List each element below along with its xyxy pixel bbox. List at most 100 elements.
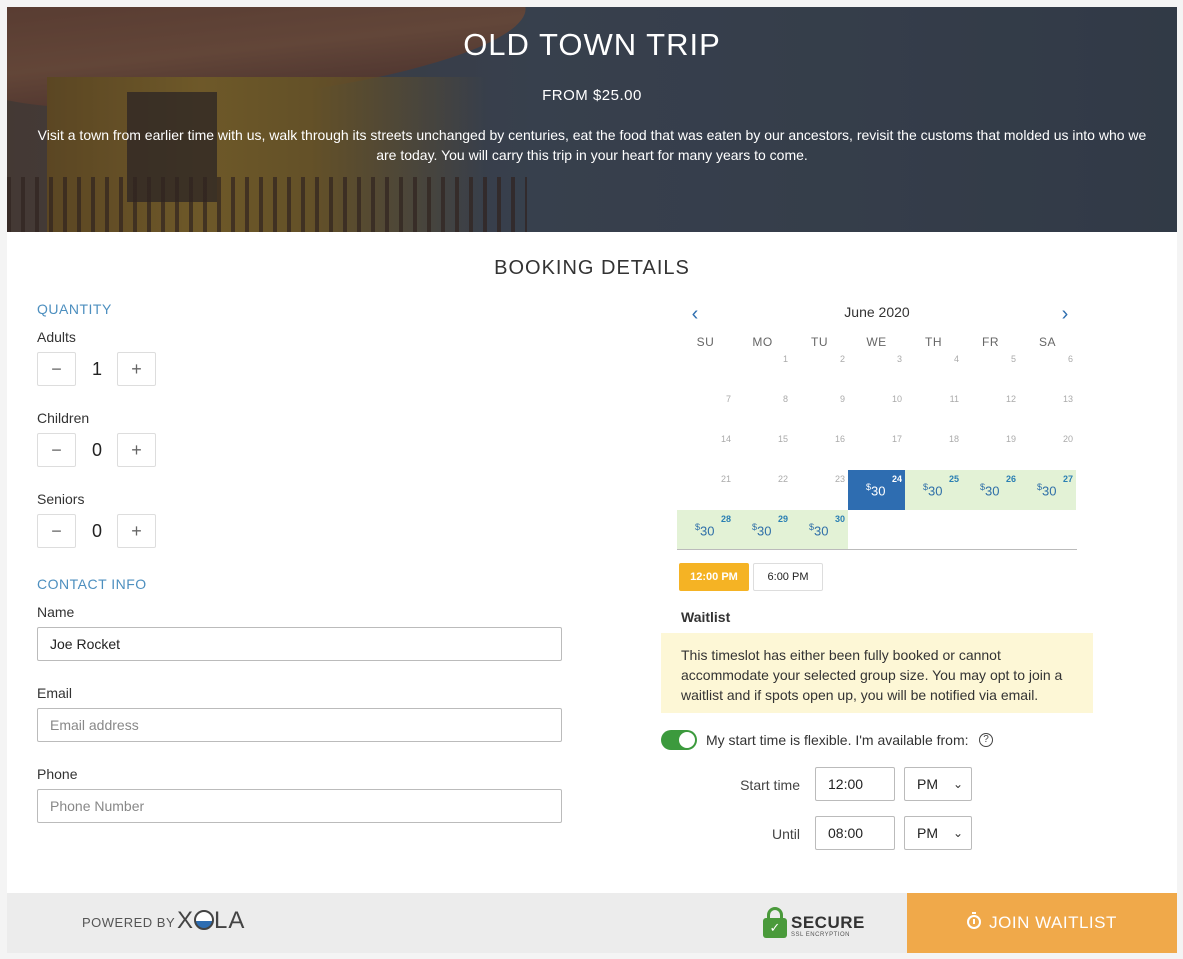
calendar-day-22: 22: [734, 470, 791, 510]
timeslot-6pm[interactable]: 6:00 PM: [753, 563, 823, 591]
price-value: 30: [1042, 483, 1057, 499]
contact-info-heading: CONTACT INFO: [37, 576, 147, 592]
calendar-day-13: 13: [1019, 390, 1076, 430]
calendar-day-4: 4: [905, 350, 962, 390]
stopwatch-icon: [967, 912, 982, 929]
flexible-time-label: My start time is flexible. I'm available…: [706, 732, 969, 748]
xola-logo[interactable]: X LA: [177, 907, 245, 935]
start-time-input[interactable]: [815, 767, 895, 801]
calendar-day-26[interactable]: 26 $30: [962, 470, 1019, 510]
adults-minus-button[interactable]: −: [37, 352, 76, 386]
day-number: 18: [948, 434, 959, 444]
day-number: 24: [891, 474, 902, 484]
phone-field[interactable]: [37, 789, 562, 823]
flexible-time-toggle[interactable]: [661, 730, 697, 750]
ssl-encryption-label: SSL ENCRYPTION: [791, 932, 851, 938]
name-field[interactable]: [37, 627, 562, 661]
calendar-day-28[interactable]: 28 $30: [677, 510, 734, 550]
waitlist-notice: This timeslot has either been fully book…: [661, 633, 1093, 713]
calendar-day-18: 18: [905, 430, 962, 470]
weekday-th: TH: [925, 335, 942, 349]
children-stepper: − 0 +: [37, 433, 162, 467]
children-minus-button[interactable]: −: [37, 433, 76, 467]
adults-stepper: − 1 +: [37, 352, 162, 386]
day-number: 13: [1062, 394, 1073, 404]
calendar-day-17: 17: [848, 430, 905, 470]
powered-by-label: POWERED BY: [82, 915, 176, 930]
day-number: 20: [1062, 434, 1073, 444]
join-waitlist-button[interactable]: JOIN WAITLIST: [907, 893, 1177, 953]
calendar-divider: [677, 549, 1077, 550]
start-ampm-value: PM: [917, 776, 938, 792]
calendar-day-2: 2: [791, 350, 848, 390]
until-ampm-value: PM: [917, 825, 938, 841]
weekday-we: WE: [866, 335, 887, 349]
day-number: 2: [839, 354, 845, 364]
day-number: 4: [953, 354, 959, 364]
day-price: $30: [923, 482, 942, 498]
calendar-day-24[interactable]: 24 $30: [848, 470, 905, 510]
day-price: $30: [980, 482, 999, 498]
calendar-day-15: 15: [734, 430, 791, 470]
day-number: 11: [949, 394, 959, 404]
calendar-day-30[interactable]: 30 $30: [791, 510, 848, 550]
price-value: 30: [757, 523, 772, 539]
trip-price: FROM $25.00: [542, 87, 642, 104]
day-number: 25: [948, 474, 959, 484]
calendar-day-12: 12: [962, 390, 1019, 430]
day-number: 22: [777, 474, 788, 484]
until-label: Until: [771, 826, 800, 842]
calendar-day-19: 19: [962, 430, 1019, 470]
day-number: 7: [725, 394, 731, 404]
calendar-day-8: 8: [734, 390, 791, 430]
children-label: Children: [37, 410, 90, 426]
day-number: 14: [720, 434, 731, 444]
price-value: 30: [700, 523, 715, 539]
calendar-day-6: 6: [1019, 350, 1076, 390]
price-value: 30: [985, 483, 1000, 499]
start-ampm-select[interactable]: PM ⌄: [904, 767, 972, 801]
trip-description: Visit a town from earlier time with us, …: [37, 127, 1147, 163]
lock-icon: ✓: [763, 907, 787, 939]
day-number: 17: [891, 434, 902, 444]
seniors-minus-button[interactable]: −: [37, 514, 76, 548]
booking-details-heading: BOOKING DETAILS: [494, 257, 690, 279]
day-number: 30: [834, 514, 845, 524]
lock-check-mark: ✓: [763, 918, 787, 938]
day-number: 3: [896, 354, 902, 364]
help-icon[interactable]: ?: [979, 733, 993, 747]
booking-widget: OLD TOWN TRIP FROM $25.00 Visit a town f…: [7, 7, 1177, 953]
seniors-plus-button[interactable]: +: [117, 514, 156, 548]
calendar-day-1: 1: [734, 350, 791, 390]
email-field[interactable]: [37, 708, 562, 742]
calendar-month: June 2020: [844, 304, 910, 320]
children-count: 0: [91, 440, 102, 460]
calendar-day-5: 5: [962, 350, 1019, 390]
day-number: 10: [891, 394, 902, 404]
price-value: 30: [928, 483, 943, 499]
calendar-day-23: 23: [791, 470, 848, 510]
day-price: $30: [809, 522, 828, 538]
day-number: 16: [834, 434, 845, 444]
until-time-input[interactable]: [815, 816, 895, 850]
weekday-sa: SA: [1038, 335, 1056, 349]
seniors-stepper: − 0 +: [37, 514, 162, 548]
day-number: 29: [777, 514, 788, 524]
children-plus-button[interactable]: +: [117, 433, 156, 467]
day-number: 1: [782, 354, 788, 364]
until-ampm-select[interactable]: PM ⌄: [904, 816, 972, 850]
secure-label: SECURE: [791, 913, 865, 932]
adults-plus-button[interactable]: +: [117, 352, 156, 386]
next-month-icon[interactable]: ›: [1055, 303, 1075, 326]
calendar-day-3: 3: [848, 350, 905, 390]
join-waitlist-label: JOIN WAITLIST: [989, 913, 1117, 932]
weekday-fr: FR: [982, 335, 999, 349]
calendar-day-29[interactable]: 29 $30: [734, 510, 791, 550]
chevron-down-icon: ⌄: [952, 826, 963, 840]
day-number: 28: [720, 514, 731, 524]
calendar-day-27[interactable]: 27 $30: [1019, 470, 1076, 510]
waitlist-heading: Waitlist: [681, 609, 731, 625]
toggle-knob: [679, 732, 695, 748]
calendar-day-25[interactable]: 25 $30: [905, 470, 962, 510]
timeslot-12pm[interactable]: 12:00 PM: [679, 563, 749, 591]
